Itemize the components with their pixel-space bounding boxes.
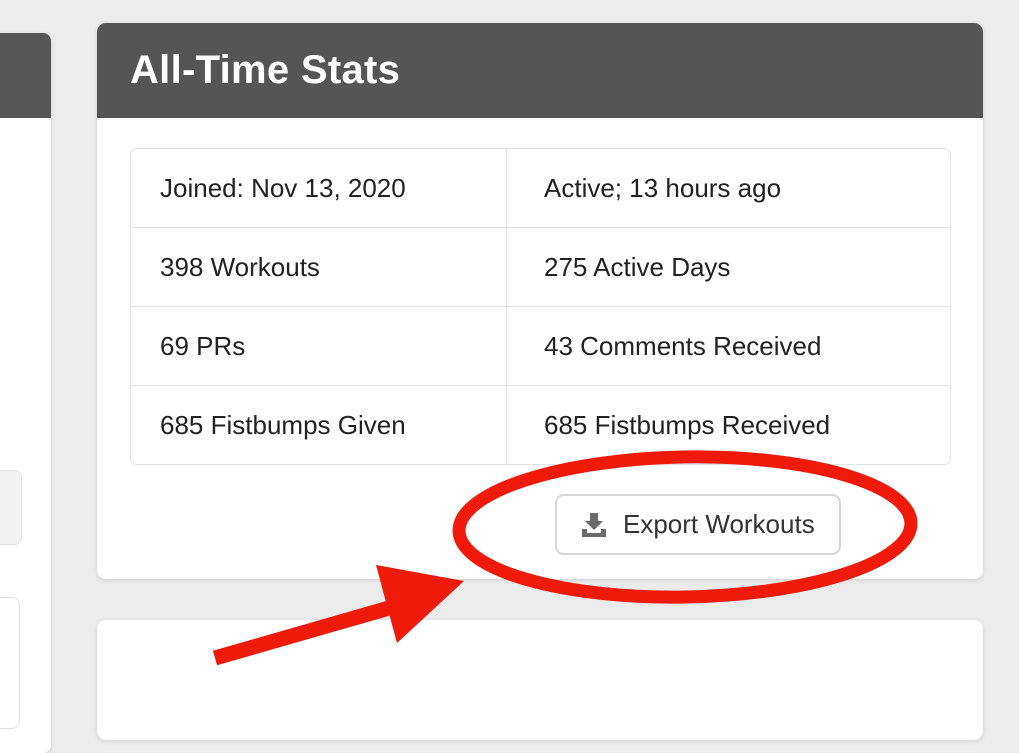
stats-cell-active-days: 275 Active Days (544, 251, 731, 282)
stats-cell-comments-received: 43 Comments Received (544, 330, 822, 361)
export-button-label: Export Workouts (623, 509, 815, 539)
all-time-stats-card: All-Time Stats Joined: Nov 13, 2020 Acti… (97, 23, 983, 579)
card-title: All-Time Stats (130, 48, 401, 92)
stats-cell-active: Active; 13 hours ago (544, 172, 782, 203)
stats-cell-joined: Joined: Nov 13, 2020 (131, 149, 507, 227)
stats-row: 69 PRs 43 Comments Received (131, 306, 950, 385)
stats-cell-workouts: 398 Workouts (131, 228, 507, 306)
stats-cell-prs: 69 PRs (131, 307, 507, 385)
next-card (97, 620, 983, 740)
stats-cell-fistbumps-received: 685 Fistbumps Received (544, 409, 831, 440)
card-header: All-Time Stats (97, 23, 983, 118)
left-bottom-card (0, 597, 20, 729)
download-icon (582, 512, 606, 537)
stats-row: Joined: Nov 13, 2020 Active; 13 hours ag… (131, 149, 950, 227)
export-workouts-button[interactable]: Export Workouts (555, 494, 841, 555)
stats-row: 685 Fistbumps Given 685 Fistbumps Receiv… (131, 385, 950, 464)
stats-cell-fistbumps-given: 685 Fistbumps Given (131, 386, 507, 464)
left-panel-control[interactable] (0, 470, 22, 545)
stats-row: 398 Workouts 275 Active Days (131, 227, 950, 306)
left-panel-header (0, 33, 51, 118)
stats-table: Joined: Nov 13, 2020 Active; 13 hours ag… (130, 148, 951, 465)
